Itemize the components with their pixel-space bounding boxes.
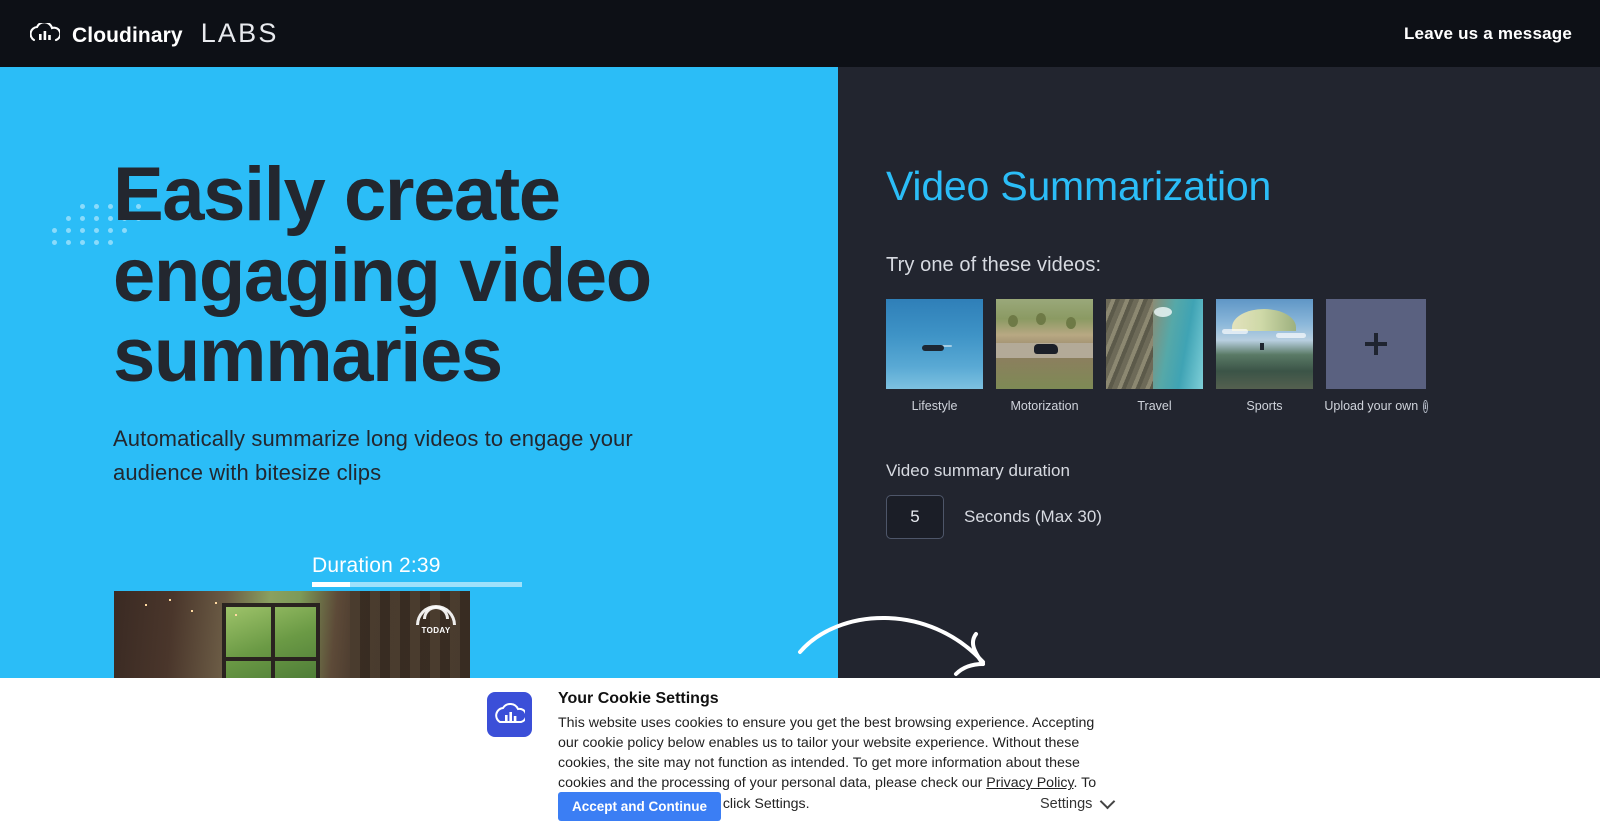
page-title: Easily create engaging video summaries (113, 152, 652, 399)
thumbnail-image-lifestyle[interactable] (886, 299, 983, 389)
cookie-banner: Your Cookie Settings This website uses c… (0, 678, 1600, 840)
thumbnail-travel[interactable]: Travel (1106, 299, 1203, 413)
cookie-settings-toggle[interactable]: Settings (1040, 793, 1116, 812)
thumbnail-sports[interactable]: Sports (1216, 299, 1313, 413)
today-watermark: TODAY (414, 599, 458, 635)
upload-label-row: Upload your own i (1324, 399, 1428, 413)
today-watermark-text: TODAY (421, 626, 451, 635)
site-header: Cloudinary LABS Leave us a message (0, 0, 1600, 67)
video-thumbnail-list: Lifestyle Motorization Travel Sports Upl… (886, 299, 1600, 413)
thumbnail-motorization[interactable]: Motorization (996, 299, 1093, 413)
plus-icon (1365, 333, 1387, 355)
duration-label: Video summary duration (886, 461, 1070, 480)
privacy-policy-link[interactable]: Privacy Policy (986, 775, 1073, 791)
brand-logo[interactable]: Cloudinary LABS (30, 18, 279, 49)
thumbnail-image-motorization[interactable] (996, 299, 1093, 389)
duration-input[interactable] (886, 495, 944, 539)
panel-title: Video Summarization (886, 163, 1272, 209)
page-root: Cloudinary LABS Leave us a message Easil… (0, 0, 1600, 840)
chevron-down-icon[interactable] (1100, 793, 1116, 809)
upload-tile[interactable] (1326, 299, 1426, 389)
upload-label: Upload your own (1324, 399, 1419, 413)
page-subtitle: Automatically summarize long videos to e… (113, 425, 633, 486)
thumbnail-label: Motorization (1010, 399, 1079, 413)
leave-message-link[interactable]: Leave us a message (1404, 24, 1572, 44)
cloudinary-cloud-icon (487, 692, 532, 737)
source-progress-bar[interactable] (312, 582, 522, 587)
upload-your-own[interactable]: Upload your own i (1324, 299, 1428, 413)
brand-sub: LABS (200, 18, 279, 48)
duration-row: Seconds (Max 30) (886, 495, 1600, 539)
thumbnail-label: Lifestyle (911, 399, 958, 413)
brand-name: Cloudinary (72, 24, 183, 47)
thumbnail-image-travel[interactable] (1106, 299, 1203, 389)
thumbnail-image-sports[interactable] (1216, 299, 1313, 389)
hero-copy: Easily create engaging video summaries A… (0, 67, 838, 491)
thumbnail-label: Sports (1246, 399, 1283, 413)
cookie-settings-label: Settings (1040, 796, 1093, 812)
duration-unit: Seconds (Max 30) (964, 507, 1102, 526)
thumbnail-label: Travel (1137, 399, 1172, 413)
source-duration-label: Duration 2:39 (312, 554, 441, 577)
curved-arrow-icon (798, 616, 985, 676)
duration-section: Video summary duration Seconds (Max 30) (886, 461, 1600, 539)
cookie-title: Your Cookie Settings (558, 690, 719, 707)
info-icon[interactable]: i (1423, 399, 1428, 413)
cloud-bars-icon (30, 23, 60, 45)
try-videos-label: Try one of these videos: (886, 254, 1102, 276)
thumbnail-lifestyle[interactable]: Lifestyle (886, 299, 983, 413)
accept-and-continue-button[interactable]: Accept and Continue (558, 792, 722, 821)
